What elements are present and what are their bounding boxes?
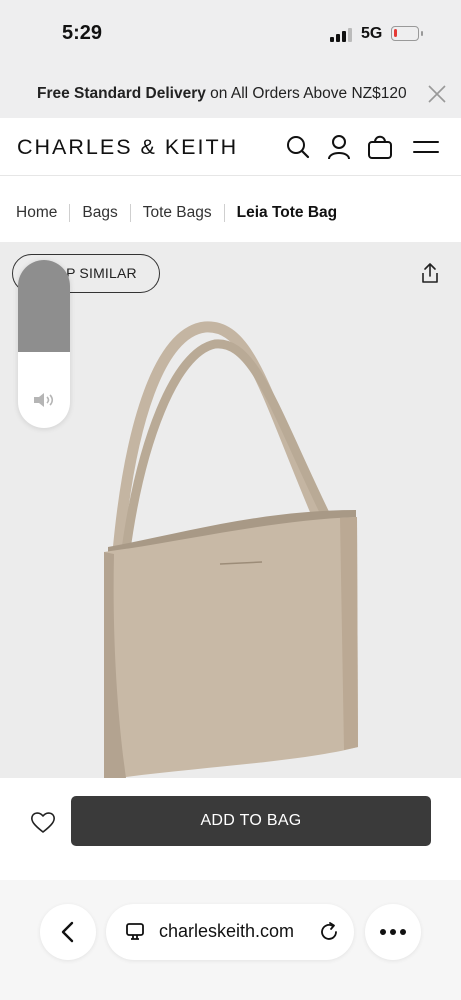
breadcrumb-separator (69, 204, 71, 222)
brand-logo[interactable]: CHARLES & KEITH (17, 135, 238, 160)
breadcrumb-current: Leia Tote Bag (236, 204, 338, 221)
more-button[interactable] (365, 904, 421, 960)
signal-icon (330, 28, 354, 42)
back-button[interactable] (40, 904, 96, 960)
share-icon[interactable] (418, 261, 442, 285)
breadcrumb-bags[interactable]: Bags (82, 204, 117, 222)
promo-banner: Free Standard Delivery on All Orders Abo… (0, 64, 461, 118)
breadcrumb-home[interactable]: Home (16, 204, 57, 222)
breadcrumb-separator (129, 204, 131, 222)
volume-hud (18, 260, 70, 428)
more-icon (380, 929, 406, 935)
reload-icon[interactable] (318, 921, 340, 943)
status-bar: 5:29 5G (0, 0, 461, 64)
breadcrumb-tote-bags[interactable]: Tote Bags (143, 204, 212, 222)
menu-icon[interactable] (412, 134, 440, 160)
battery-icon (391, 26, 423, 41)
battery-level (394, 29, 397, 37)
heart-icon[interactable] (30, 810, 56, 834)
promo-text: Free Standard Delivery on All Orders Abo… (37, 85, 407, 103)
close-icon[interactable] (426, 83, 448, 105)
account-icon[interactable] (326, 134, 352, 160)
site-header: CHARLES & KEITH (0, 118, 461, 176)
address-bar[interactable]: charleskeith.com (106, 904, 354, 960)
volume-level-fill (18, 260, 70, 352)
speaker-icon (34, 393, 54, 407)
breadcrumb-separator (223, 204, 225, 222)
url-text: charleskeith.com (159, 921, 295, 941)
bag-icon[interactable] (367, 134, 393, 160)
promo-rest: on All Orders Above NZ$120 (205, 85, 407, 102)
back-icon (61, 921, 74, 943)
search-icon[interactable] (285, 134, 311, 160)
browser-toolbar: charleskeith.com (0, 880, 461, 1000)
status-time: 5:29 (62, 22, 103, 44)
promo-bold: Free Standard Delivery (37, 85, 206, 102)
breadcrumb: Home Bags Tote Bags Leia Tote Bag (16, 202, 337, 224)
add-to-bag-button[interactable]: ADD TO BAG (71, 796, 431, 846)
network-label: 5G (361, 25, 383, 42)
reader-icon[interactable] (124, 921, 146, 943)
